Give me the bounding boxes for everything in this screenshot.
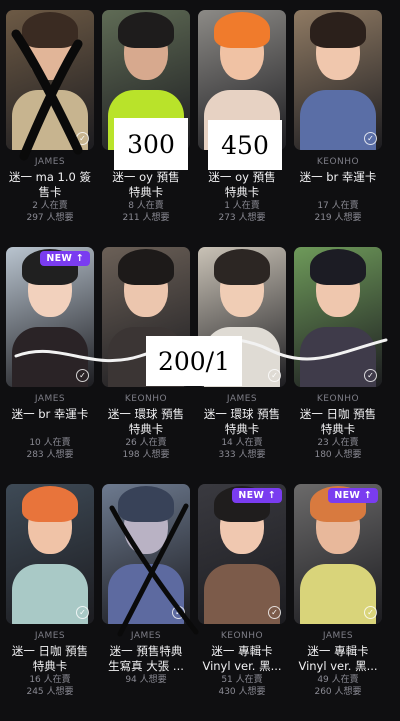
product-card[interactable]: ✓ JAMES 迷一 日咖 預售 特典卡 16 人在賣 245 人想要	[6, 484, 94, 721]
photo-figure-hair	[118, 486, 174, 522]
photo-figure-hair	[118, 12, 174, 48]
card-artist: KEONHO	[316, 394, 360, 404]
product-card[interactable]: NEW ↑ ✓ JAMES 迷一 br 幸運卡 10 人在賣 283 人想要	[6, 247, 94, 484]
card-artist: KEONHO	[316, 157, 360, 167]
card-title[interactable]: 迷一 環球 預售 特典卡	[102, 407, 190, 437]
check-circle-icon[interactable]: ✓	[172, 606, 185, 619]
check-circle-icon[interactable]: ✓	[364, 132, 377, 145]
wanting-count: 211 人想要	[122, 213, 170, 223]
card-artist: JAMES	[34, 394, 66, 404]
card-photo[interactable]: NEW ↑ ✓	[6, 247, 94, 387]
product-card[interactable]: ✓ KEONHO 迷一 日咖 預售 特典卡 23 人在賣 180 人想要	[294, 247, 382, 484]
selling-count: 17 人在賣	[317, 201, 359, 211]
card-photo[interactable]: ✓	[6, 10, 94, 150]
card-title[interactable]: 迷一 日咖 預售 特典卡	[6, 644, 94, 674]
card-artist: KEONHO	[220, 631, 264, 641]
selling-count: 10 人在賣	[29, 438, 71, 448]
wanting-count: 198 人想要	[122, 450, 170, 460]
check-circle-icon[interactable]: ✓	[76, 369, 89, 382]
product-card[interactable]: ✓ JAMES 迷一 預售特典 生寫真 大張 ... 94 人想要	[102, 484, 190, 721]
check-circle-icon[interactable]: ✓	[268, 606, 281, 619]
selling-count: 2 人在賣	[32, 201, 68, 211]
new-badge: NEW ↑	[40, 251, 90, 266]
photo-figure-hair	[22, 486, 78, 522]
check-circle-icon[interactable]: ✓	[364, 606, 377, 619]
card-artist: JAMES	[226, 394, 258, 404]
selling-count: 26 人在賣	[125, 438, 167, 448]
photo-figure-hair	[118, 249, 174, 285]
card-title[interactable]: 迷一 br 幸運卡	[294, 170, 382, 200]
card-artist: JAMES	[322, 631, 354, 641]
price-label-200-1: 200/1	[146, 336, 242, 386]
selling-count: 51 人在賣	[221, 675, 263, 685]
selling-count: 16 人在賣	[29, 675, 71, 685]
card-artist: JAMES	[34, 157, 66, 167]
card-artist: JAMES	[34, 631, 66, 641]
wanting-count: 180 人想要	[314, 450, 362, 460]
wanting-count: 273 人想要	[218, 213, 266, 223]
card-photo[interactable]: ✓	[6, 484, 94, 624]
card-photo[interactable]: NEW ↑ ✓	[294, 484, 382, 624]
card-title[interactable]: 迷一 預售特典 生寫真 大張 ...	[102, 644, 190, 674]
product-card[interactable]: ✓ JAMES 迷一 ma 1.0 簽 售卡 2 人在賣 297 人想要	[6, 10, 94, 247]
product-card[interactable]: NEW ↑ ✓ JAMES 迷一 專輯卡 Vinyl ver. 黑... 49 人在賣 2…	[294, 484, 382, 721]
card-title[interactable]: 迷一 ma 1.0 簽 售卡	[6, 170, 94, 200]
card-artist: JAMES	[130, 631, 162, 641]
card-title[interactable]: 迷一 專輯卡 Vinyl ver. 黑...	[198, 644, 286, 674]
card-title[interactable]: 迷一 br 幸運卡	[6, 407, 94, 437]
card-title[interactable]: 迷一 環球 預售 特典卡	[198, 407, 286, 437]
card-photo[interactable]: ✓	[294, 247, 382, 387]
selling-count: 8 人在賣	[128, 201, 164, 211]
photo-figure-hair	[214, 249, 270, 285]
photo-figure-hair	[22, 12, 78, 48]
card-title[interactable]: 迷一 oy 預售 特典卡	[102, 170, 190, 200]
product-card[interactable]: NEW ↑ ✓ KEONHO 迷一 專輯卡 Vinyl ver. 黑... 51 人在賣…	[198, 484, 286, 721]
price-label-450: 450	[208, 120, 282, 170]
photo-figure-hair	[310, 12, 366, 48]
card-photo[interactable]: ✓	[294, 10, 382, 150]
check-circle-icon[interactable]: ✓	[268, 369, 281, 382]
wanting-count: 297 人想要	[26, 213, 74, 223]
card-photo[interactable]: NEW ↑ ✓	[198, 484, 286, 624]
wanting-count: 245 人想要	[26, 687, 74, 697]
selling-count: 1 人在賣	[224, 201, 260, 211]
wanting-count: 260 人想要	[314, 687, 362, 697]
wanting-count: 219 人想要	[314, 213, 362, 223]
wanting-count: 283 人想要	[26, 450, 74, 460]
product-card[interactable]: ✓ KEONHO 迷一 br 幸運卡 17 人在賣 219 人想要	[294, 10, 382, 247]
card-artist: KEONHO	[124, 394, 168, 404]
photo-figure-hair	[214, 12, 270, 48]
selling-count: 49 人在賣	[317, 675, 359, 685]
card-title[interactable]: 迷一 日咖 預售 特典卡	[294, 407, 382, 437]
card-photo[interactable]: ✓	[102, 484, 190, 624]
new-badge: NEW ↑	[232, 488, 282, 503]
wanting-count: 430 人想要	[218, 687, 266, 697]
check-circle-icon[interactable]: ✓	[364, 369, 377, 382]
photo-figure-hair	[310, 249, 366, 285]
card-title[interactable]: 迷一 專輯卡 Vinyl ver. 黑...	[294, 644, 382, 674]
selling-count: 23 人在賣	[317, 438, 359, 448]
selling-count: 14 人在賣	[221, 438, 263, 448]
price-label-300: 300	[114, 118, 188, 170]
check-circle-icon[interactable]: ✓	[76, 606, 89, 619]
check-circle-icon[interactable]: ✓	[76, 132, 89, 145]
card-title[interactable]: 迷一 oy 預售 特典卡	[198, 170, 286, 200]
wanting-count: 94 人想要	[125, 675, 167, 685]
wanting-count: 333 人想要	[218, 450, 266, 460]
new-badge: NEW ↑	[328, 488, 378, 503]
